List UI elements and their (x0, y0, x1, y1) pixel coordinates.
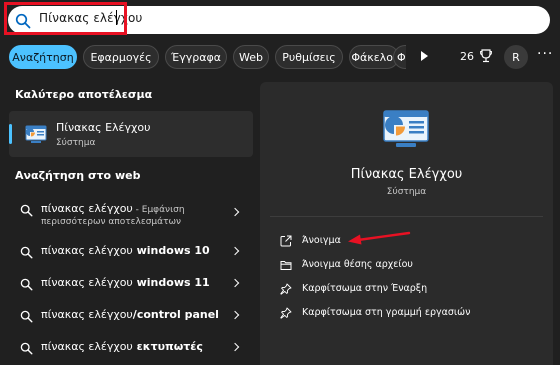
control-panel-icon (25, 125, 47, 143)
web-result-item[interactable]: πίνακας ελέγχου windows 11 (9, 274, 253, 298)
account-avatar[interactable]: R (504, 45, 528, 69)
tab-search[interactable]: Αναζήτηση (9, 45, 77, 69)
rewards-points[interactable]: 26 (460, 50, 474, 63)
tab-settings[interactable]: Ρυθμίσεις (275, 45, 343, 69)
tab-web[interactable]: Web (233, 45, 269, 69)
tab-apps[interactable]: Εφαρμογές (83, 45, 159, 69)
chevron-right-icon (230, 246, 240, 256)
search-icon (20, 342, 33, 355)
search-highlight-box (4, 2, 127, 35)
action-open-file-location[interactable]: Άνοιγμα θέσης αρχείου (280, 257, 540, 275)
action-pin-to-taskbar[interactable]: Καρφίτσωμα στη γραμμή εργασιών (280, 305, 540, 323)
chevron-right-icon (230, 342, 240, 352)
red-arrow-annotation (348, 231, 411, 245)
action-label: Άνοιγμα (302, 235, 341, 246)
tabs-more-arrow-icon[interactable] (421, 51, 428, 61)
web-result-item[interactable]: πίνακας ελέγχου εκτυπωτές (9, 338, 253, 362)
folder-icon (280, 261, 292, 270)
web-search-heading: Αναζήτηση στο web (15, 169, 141, 182)
action-pin-to-start[interactable]: Καρφίτσωμα στην Έναρξη (280, 281, 540, 299)
more-options-icon[interactable]: ··· (537, 46, 553, 62)
detail-subtitle: Σύστημα (386, 187, 427, 197)
web-result-text: πίνακας ελέγχου windows 11 (41, 276, 210, 289)
web-result-item[interactable]: πίνακας ελέγχου - Εμφάνιση περισσότερων … (9, 200, 253, 232)
search-icon (20, 204, 33, 217)
search-icon (20, 278, 33, 291)
web-result-item[interactable]: πίνακας ελέγχου/control panel (9, 306, 253, 330)
trophy-icon[interactable] (480, 49, 492, 63)
tab-folders[interactable]: Φάκελοι (349, 45, 399, 69)
best-match-result[interactable]: Πίνακας Ελέγχου Σύστημα (9, 111, 253, 157)
filter-tabs: Αναζήτηση Εφαρμογές Έγγραφα Web Ρυθμίσει… (9, 45, 560, 69)
chevron-right-icon (230, 310, 240, 320)
open-icon (280, 235, 292, 247)
control-panel-large-icon (383, 110, 429, 147)
web-result-text: πίνακας ελέγχου windows 10 (41, 244, 210, 257)
selection-accent (9, 124, 12, 144)
web-result-text: πίνακας ελέγχου εκτυπωτές (41, 340, 203, 353)
divider (270, 216, 543, 217)
detail-panel: Πίνακας Ελέγχου Σύστημα Άνοιγμα Άνοιγμα … (260, 82, 553, 365)
web-result-item[interactable]: πίνακας ελέγχου windows 10 (9, 242, 253, 266)
best-match-subtitle: Σύστημα (56, 138, 96, 148)
action-label: Άνοιγμα θέσης αρχείου (302, 259, 413, 270)
web-result-text: πίνακας ελέγχου/control panel (41, 308, 219, 321)
action-label: Καρφίτσωμα στη γραμμή εργασιών (302, 307, 471, 318)
action-label: Καρφίτσωμα στην Έναρξη (302, 283, 428, 294)
chevron-right-icon (230, 278, 240, 288)
best-match-heading: Καλύτερο αποτέλεσμα (15, 88, 153, 101)
detail-title: Πίνακας Ελέγχου (350, 167, 463, 182)
best-match-title: Πίνακας Ελέγχου (56, 121, 151, 134)
tab-documents[interactable]: Έγγραφα (165, 45, 227, 69)
search-icon (20, 310, 33, 323)
chevron-right-icon (230, 207, 240, 217)
pin-icon (280, 307, 292, 319)
web-result-text-line2: περισσότερων αποτελεσμάτων (41, 217, 182, 227)
pin-icon (280, 283, 292, 295)
search-icon (20, 246, 33, 259)
web-result-text: πίνακας ελέγχου - Εμφάνιση (41, 202, 185, 215)
